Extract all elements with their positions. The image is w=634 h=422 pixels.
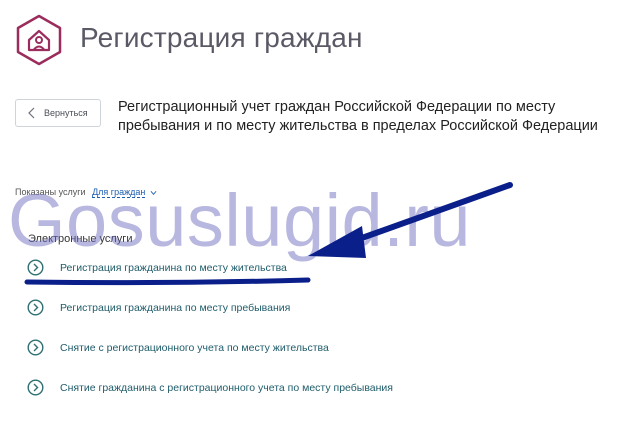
annotation-arrow-head xyxy=(308,226,366,258)
chevron-circle-icon xyxy=(27,259,44,276)
service-item-label: Регистрация гражданина по месту пребыван… xyxy=(60,301,291,314)
service-item-registration-stay[interactable]: Регистрация гражданина по месту пребыван… xyxy=(27,299,290,316)
service-item-deregistration-stay[interactable]: Снятие гражданина с регистрационного уче… xyxy=(27,379,393,396)
page-title: Регистрация граждан xyxy=(80,22,363,53)
service-item-label: Регистрация гражданина по месту жительст… xyxy=(60,261,287,274)
service-title: Регистрационный учет граждан Российской … xyxy=(118,99,598,134)
service-item-label: Снятие гражданина с регистрационного уче… xyxy=(60,381,393,394)
chevron-down-icon[interactable] xyxy=(150,190,157,196)
chevron-circle-icon xyxy=(27,339,44,356)
section-heading: Электронные услуги xyxy=(28,233,133,245)
house-person-icon xyxy=(16,14,62,66)
chevron-circle-icon xyxy=(27,299,44,316)
chevron-circle-icon xyxy=(27,379,44,396)
filter-dropdown[interactable]: Для граждан xyxy=(92,187,146,198)
back-button-label: Вернуться xyxy=(44,108,88,118)
chevron-left-icon xyxy=(28,107,35,119)
annotation-arrow-shaft xyxy=(342,182,513,247)
filter-label: Показаны услуги xyxy=(15,187,86,197)
service-item-deregistration-residence[interactable]: Снятие с регистрационного учета по месту… xyxy=(27,339,329,356)
services-filter: Показаны услуги Для граждан xyxy=(15,187,157,198)
annotation-underline xyxy=(24,277,311,286)
annotation-overlay xyxy=(24,182,513,286)
back-button[interactable]: Вернуться xyxy=(15,99,101,127)
service-item-registration-residence[interactable]: Регистрация гражданина по месту жительст… xyxy=(27,259,287,276)
service-item-label: Снятие с регистрационного учета по месту… xyxy=(60,341,329,354)
